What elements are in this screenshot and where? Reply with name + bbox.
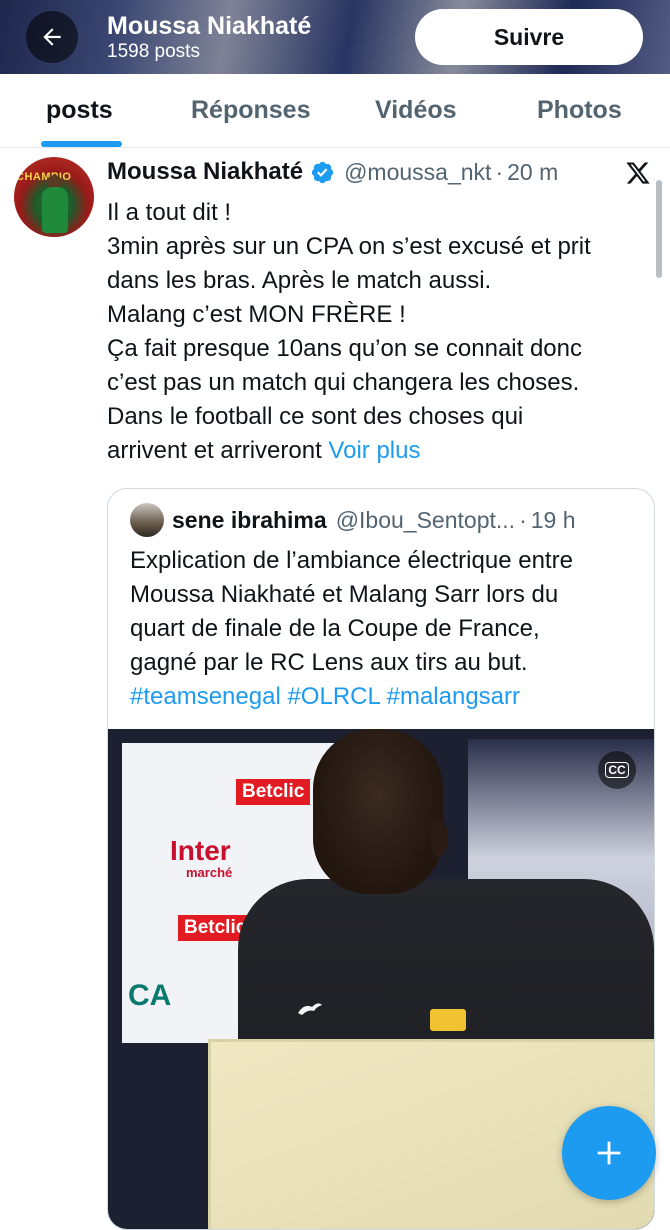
profile-tabs: posts Réponses Vidéos Photos — [0, 74, 670, 148]
quoted-line: gagné par le RC Lens aux tirs au but. — [130, 649, 528, 676]
x-logo-icon[interactable] — [624, 160, 652, 186]
tweet-line: Il a tout dit ! — [107, 199, 232, 226]
scrollbar-thumb[interactable] — [656, 180, 662, 278]
tweet-line: Ça fait presque 10ans qu’on se connait d… — [107, 335, 582, 362]
avatar-figure-body — [42, 187, 68, 233]
quoted-line: quart de finale de la Coupe de France, — [130, 615, 540, 642]
tweet-line: 3min après sur un CPA on s’est excusé et… — [107, 233, 591, 260]
compose-button[interactable] — [562, 1106, 656, 1200]
quoted-line: Moussa Niakhaté et Malang Sarr lors du — [130, 581, 559, 608]
hashtag-link[interactable]: #malangsarr — [387, 683, 520, 710]
header-profile-name: Moussa Niakhaté — [107, 12, 312, 40]
profile-header: Moussa Niakhaté 1598 posts Suivre — [0, 0, 670, 74]
quoted-tweet-card[interactable]: sene ibrahima @Ibou_Sentopt... · 19 h Ex… — [107, 488, 655, 1230]
closed-captions-button[interactable]: CC — [598, 751, 636, 789]
tweet-body: Il a tout dit ! 3min après sur un CPA on… — [107, 196, 652, 468]
tweet-header: Moussa Niakhaté @moussa_nkt · 20 m — [107, 155, 558, 189]
verified-badge-icon — [311, 161, 334, 183]
active-tab-indicator — [41, 141, 122, 147]
tweet-line-last: arrivent et arriveront Voir plus — [107, 434, 652, 468]
person-ear — [430, 819, 448, 857]
avatar-caption: CHAMPIO — [16, 171, 72, 183]
sponsor-logo: marché — [186, 865, 233, 880]
tweet-line: c’est pas un match qui changera les chos… — [107, 369, 580, 396]
plus-icon — [597, 1141, 621, 1165]
tweet-author-name[interactable]: Moussa Niakhaté — [107, 158, 303, 186]
tweet-line: Dans le football ce sont des choses qui — [107, 403, 524, 430]
quoted-separator: · — [519, 506, 527, 533]
tweet-line: arrivent et arriveront — [107, 437, 322, 464]
sponsor-logo: Inter — [170, 835, 231, 866]
club-crest-icon — [430, 1009, 466, 1031]
person-head — [313, 729, 443, 894]
quoted-author-name: sene ibrahima — [172, 506, 327, 533]
quoted-author-handle: @Ibou_Sentopt... — [335, 506, 516, 533]
quoted-hashtags: #teamsenegal #OLRCL #malangsarr — [130, 680, 640, 714]
tweet-separator: · — [495, 158, 504, 185]
tab-replies[interactable]: Réponses — [191, 96, 310, 125]
sponsor-logo: Betclic — [236, 779, 311, 805]
follow-button[interactable]: Suivre — [415, 9, 643, 65]
sponsor-logo: CA — [128, 979, 172, 1012]
tweet-line: Malang c’est MON FRÈRE ! — [107, 301, 406, 328]
quoted-tweet-header: sene ibrahima @Ibou_Sentopt... · 19 h — [172, 503, 576, 537]
quoted-tweet-body: Explication de l’ambiance électrique ent… — [130, 544, 640, 714]
arrow-left-icon — [43, 28, 61, 46]
hashtag-link[interactable]: #teamsenegal — [130, 683, 281, 710]
see-more-link[interactable]: Voir plus — [328, 437, 420, 464]
tab-posts[interactable]: posts — [46, 96, 113, 125]
tweet-line: dans les bras. Après le match aussi. — [107, 267, 492, 294]
tweet-timestamp[interactable]: 20 m — [507, 159, 558, 186]
back-button[interactable] — [26, 11, 78, 63]
tweet-author-handle[interactable]: @moussa_nkt — [344, 159, 491, 186]
closed-captions-label: CC — [605, 762, 629, 778]
quoted-timestamp: 19 h — [530, 506, 576, 533]
puma-logo-icon — [296, 999, 324, 1019]
quoted-line: Explication de l’ambiance électrique ent… — [130, 547, 573, 574]
hashtag-link[interactable]: #OLRCL — [287, 683, 379, 710]
tab-photos[interactable]: Photos — [537, 96, 622, 125]
quoted-author-avatar — [130, 503, 164, 537]
tab-videos[interactable]: Vidéos — [375, 96, 457, 125]
header-post-count: 1598 posts — [107, 41, 200, 62]
author-avatar[interactable]: CHAMPIO — [14, 157, 94, 237]
